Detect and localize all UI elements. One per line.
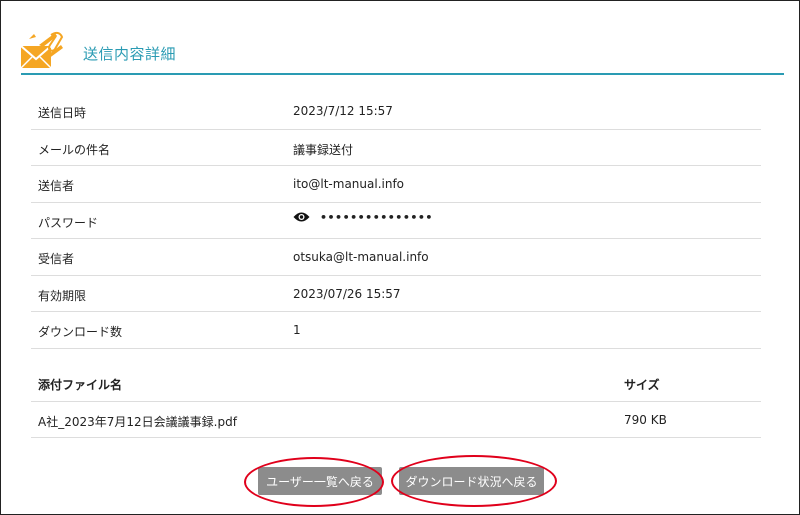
detail-value: 2023/07/26 15:57 [293, 286, 401, 301]
detail-row-expiry: 有効期限 2023/07/26 15:57 [31, 276, 761, 312]
detail-value: 2023/7/12 15:57 [293, 104, 393, 118]
detail-row-sent-at: 送信日時 2023/7/12 15:57 [31, 93, 761, 130]
column-header-file-name: 添付ファイル名 [38, 378, 123, 392]
back-to-users-button[interactable]: ユーザー一覧へ戻る [258, 467, 382, 495]
mail-send-icon [20, 31, 67, 73]
detail-label: 送信者 [38, 179, 75, 193]
detail-label: 送信日時 [38, 106, 87, 120]
detail-label: 受信者 [38, 252, 75, 266]
attachment-file-name: A社_2023年7月12日会議議事録.pdf [38, 415, 237, 429]
detail-label: パスワード [38, 215, 99, 230]
back-to-download-status-button[interactable]: ダウンロード状況へ戻る [399, 467, 544, 495]
detail-row-subject: メールの件名 議事録送付 [31, 130, 761, 166]
attachment-file-size: 790 KB [624, 413, 667, 427]
detail-row-password: パスワード ••••••••••••••• [31, 203, 761, 239]
page-header: 送信内容詳細 [20, 31, 784, 75]
password-masked-text: ••••••••••••••• [320, 210, 433, 224]
detail-value: 1 [293, 323, 301, 337]
detail-row-sender: 送信者 ito@lt-manual.info [31, 166, 761, 203]
detail-value: otsuka@lt-manual.info [293, 250, 429, 264]
detail-row-recipient: 受信者 otsuka@lt-manual.info [31, 239, 761, 276]
detail-value: 議事録送付 [293, 142, 354, 157]
attachment-table-header: 添付ファイル名 サイズ [31, 363, 761, 402]
page-title: 送信内容詳細 [83, 45, 177, 63]
detail-row-download-count: ダウンロード数 1 [31, 312, 761, 349]
column-header-size: サイズ [624, 378, 660, 392]
detail-value: ito@lt-manual.info [293, 177, 405, 191]
page-frame: 送信内容詳細 送信日時 2023/7/12 15:57 メールの件名 議事録送付… [0, 0, 800, 515]
eye-icon[interactable] [293, 211, 310, 223]
attachment-table: 添付ファイル名 サイズ A社_2023年7月12日会議議事録.pdf 790 K… [31, 363, 761, 438]
detail-label: ダウンロード数 [38, 325, 123, 339]
password-value: ••••••••••••••• [293, 211, 433, 224]
detail-label: 有効期限 [38, 288, 87, 303]
detail-label: メールの件名 [38, 142, 111, 157]
detail-table: 送信日時 2023/7/12 15:57 メールの件名 議事録送付 送信者 it… [31, 93, 761, 349]
table-row: A社_2023年7月12日会議議事録.pdf 790 KB [31, 402, 761, 438]
